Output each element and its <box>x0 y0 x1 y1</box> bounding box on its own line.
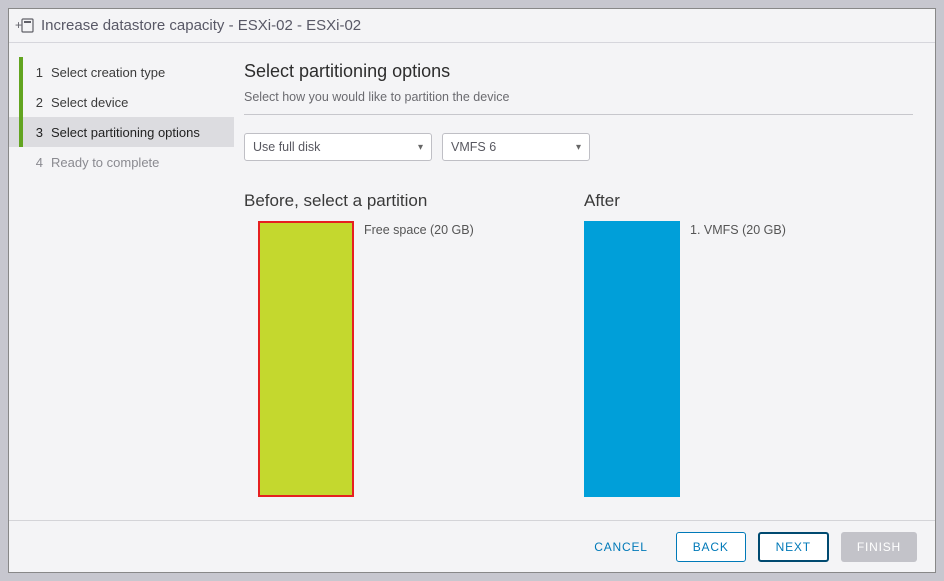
disk-usage-select[interactable]: Use full disk ▾ <box>244 133 432 161</box>
partition-selects-row: Use full disk ▾ VMFS 6 ▾ <box>244 133 913 161</box>
step-marker <box>19 87 23 117</box>
step-marker <box>19 147 23 177</box>
step-label: Select device <box>51 95 128 110</box>
wizard-content: Select partitioning options Select how y… <box>234 43 935 520</box>
step-number: 1 <box>27 65 43 80</box>
wizard-steps-sidebar: 1 Select creation type 2 Select device 3… <box>9 43 234 520</box>
after-partition-block <box>584 221 680 497</box>
filesystem-value: VMFS 6 <box>451 140 496 154</box>
before-heading: Before, select a partition <box>244 191 544 211</box>
chevron-down-icon: ▾ <box>576 142 581 153</box>
step-marker <box>19 57 23 87</box>
after-partition-label: 1. VMFS (20 GB) <box>690 221 786 237</box>
dialog-titlebar: + Increase datastore capacity - ESXi-02 … <box>9 9 935 43</box>
before-body: Free space (20 GB) <box>244 221 544 497</box>
before-column: Before, select a partition Free space (2… <box>244 191 544 510</box>
step-label: Select creation type <box>51 65 165 80</box>
back-button[interactable]: BACK <box>676 532 746 562</box>
step-select-creation-type[interactable]: 1 Select creation type <box>9 57 234 87</box>
step-select-device[interactable]: 2 Select device <box>9 87 234 117</box>
step-select-partitioning-options[interactable]: 3 Select partitioning options <box>9 117 234 147</box>
step-label: Select partitioning options <box>51 125 200 140</box>
wizard-dialog: + Increase datastore capacity - ESXi-02 … <box>8 8 936 573</box>
cancel-button[interactable]: CANCEL <box>578 532 663 562</box>
svg-text:+: + <box>15 18 22 32</box>
before-partition-label: Free space (20 GB) <box>364 221 474 237</box>
dialog-body: 1 Select creation type 2 Select device 3… <box>9 43 935 520</box>
page-subtitle: Select how you would like to partition t… <box>244 90 913 115</box>
step-marker <box>19 117 23 147</box>
step-ready-to-complete: 4 Ready to complete <box>9 147 234 177</box>
after-column: After 1. VMFS (20 GB) <box>584 191 884 510</box>
datastore-grow-icon: + <box>15 17 35 35</box>
dialog-title: Increase datastore capacity - ESXi-02 - … <box>41 17 361 34</box>
after-body: 1. VMFS (20 GB) <box>584 221 884 497</box>
step-number: 3 <box>27 125 43 140</box>
step-label: Ready to complete <box>51 155 159 170</box>
step-number: 4 <box>27 155 43 170</box>
page-heading: Select partitioning options <box>244 61 913 82</box>
before-partition-block[interactable] <box>258 221 354 497</box>
finish-button: FINISH <box>841 532 917 562</box>
step-number: 2 <box>27 95 43 110</box>
partition-preview-area: Before, select a partition Free space (2… <box>244 191 913 510</box>
filesystem-select[interactable]: VMFS 6 ▾ <box>442 133 590 161</box>
after-heading: After <box>584 191 884 211</box>
disk-usage-value: Use full disk <box>253 140 320 154</box>
next-button[interactable]: NEXT <box>758 532 829 562</box>
chevron-down-icon: ▾ <box>418 142 423 153</box>
dialog-footer: CANCEL BACK NEXT FINISH <box>9 520 935 572</box>
